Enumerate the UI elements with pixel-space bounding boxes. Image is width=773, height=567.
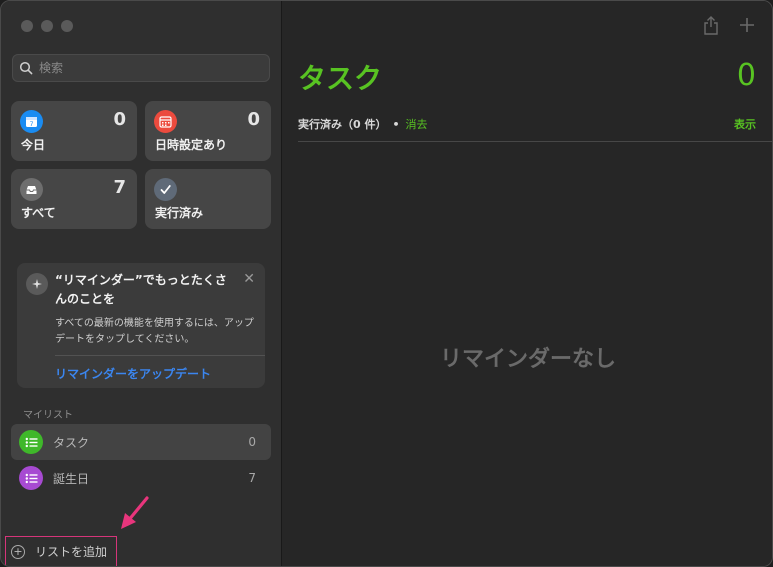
search-field[interactable]	[12, 54, 270, 82]
list-item-birthdays[interactable]: 誕生日 7	[11, 460, 271, 496]
promo-divider	[55, 355, 265, 356]
smart-list-today[interactable]: 7 0 今日	[11, 101, 137, 161]
update-reminders-link[interactable]: リマインダーをアップデート	[55, 365, 211, 382]
clear-completed-button[interactable]: 消去	[406, 116, 428, 132]
share-button[interactable]	[702, 15, 720, 35]
list-name: 誕生日	[53, 471, 90, 486]
completed-summary: 実行済み（0 件） • 消去	[298, 116, 428, 132]
list-title: タスク	[298, 62, 383, 95]
smart-list-count: 0	[247, 109, 260, 130]
list-bullet-icon	[19, 430, 43, 454]
window-controls	[21, 20, 73, 32]
smart-list-label: 今日	[21, 138, 46, 152]
smart-list-scheduled[interactable]: 0 日時設定あり	[145, 101, 271, 161]
toolbar	[702, 15, 756, 35]
search-icon	[19, 61, 33, 75]
close-icon[interactable]: ✕	[243, 271, 255, 287]
zoom-window-button[interactable]	[61, 20, 73, 32]
reminders-window: 7 0 今日 0 日時設定あり 7 すべて	[0, 0, 773, 567]
list-count: 0	[248, 435, 256, 449]
empty-state-message: リマインダーなし	[439, 347, 616, 372]
smart-list-completed[interactable]: 実行済み	[145, 169, 271, 229]
checkmark-icon	[154, 178, 177, 201]
smart-lists: 7 0 今日 0 日時設定あり 7 すべて 実行済み	[11, 101, 272, 229]
list-bullet-icon	[19, 466, 43, 490]
add-list-button[interactable]: + リストを追加	[5, 536, 117, 566]
annotation-arrow-icon	[121, 496, 149, 529]
sparkle-icon	[26, 273, 48, 295]
smart-list-all[interactable]: 7 すべて	[11, 169, 137, 229]
minimize-window-button[interactable]	[41, 20, 53, 32]
search-input[interactable]	[39, 61, 259, 75]
tray-icon	[20, 178, 43, 201]
main-divider	[298, 141, 772, 142]
add-reminder-button[interactable]	[738, 15, 756, 35]
promo-body: すべての最新の機能を使用するには、アップデートをタップしてください。	[55, 318, 254, 345]
calendar-grid-icon	[154, 110, 177, 133]
update-promo-card: ✕ “リマインダー”でもっとたくさんのことを すべての最新の機能を使用するには、…	[17, 263, 265, 388]
smart-list-count: 7	[113, 177, 126, 198]
list-total-count: 0	[736, 58, 756, 93]
separator-dot: •	[392, 117, 400, 131]
list-count: 7	[248, 471, 256, 485]
smart-list-label: 実行済み	[155, 206, 204, 220]
calendar-today-icon: 7	[20, 110, 43, 133]
smart-list-count: 0	[113, 109, 126, 130]
main-pane: タスク 0 実行済み（0 件） • 消去 表示 リマインダーなし	[282, 1, 772, 566]
list-item-tasks[interactable]: タスク 0	[11, 424, 271, 460]
plus-circle-icon: +	[11, 544, 25, 559]
completed-label: 実行済み（0 件）	[298, 118, 387, 131]
close-window-button[interactable]	[21, 20, 33, 32]
svg-text:7: 7	[30, 121, 34, 128]
promo-title: “リマインダー”でもっとたくさんのことを	[55, 273, 227, 306]
smart-list-label: すべて	[21, 206, 56, 220]
share-icon	[704, 15, 718, 35]
show-completed-button[interactable]: 表示	[734, 116, 756, 132]
plus-icon	[740, 18, 754, 32]
my-lists-heading: マイリスト	[23, 410, 73, 421]
sidebar: 7 0 今日 0 日時設定あり 7 すべて	[1, 1, 282, 566]
add-list-label: リストを追加	[35, 545, 108, 559]
smart-list-label: 日時設定あり	[155, 138, 228, 152]
list-name: タスク	[53, 435, 90, 450]
